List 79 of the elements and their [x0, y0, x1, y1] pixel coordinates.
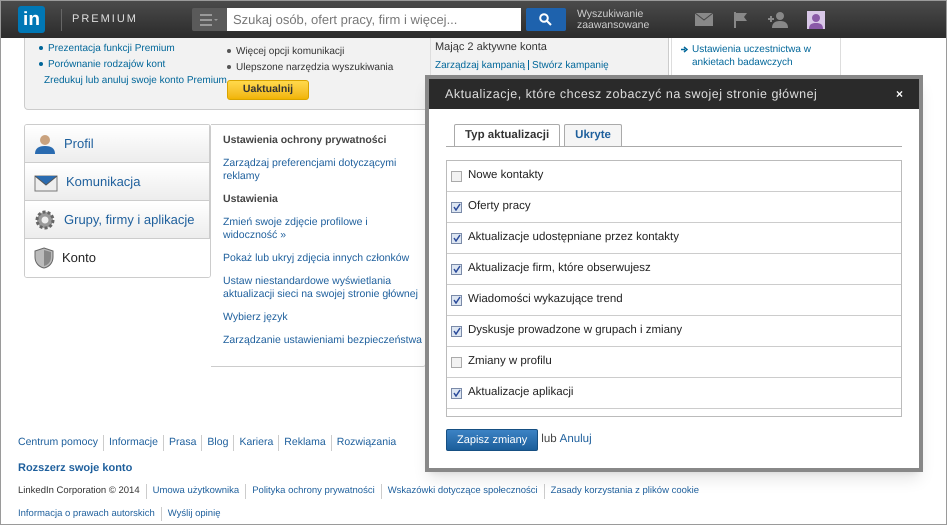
footer-link[interactable]: Rozwiązania: [330, 435, 402, 451]
feature-text: Więcej opcji komunikacji: [236, 44, 344, 58]
premium-label: PREMIUM: [72, 12, 138, 28]
copyright-text: LinkedIn Corporation © 2014: [18, 484, 141, 498]
create-campaign-link[interactable]: Stwórz kampanię: [532, 58, 609, 72]
gear-icon: [34, 208, 56, 230]
premium-link[interactable]: Porównanie rodzajów kont: [48, 56, 166, 72]
settings-link[interactable]: Zarządzanie ustawieniami bezpieczeństwa: [223, 334, 423, 347]
footer-link[interactable]: Centrum pomocy: [18, 435, 103, 451]
checkbox[interactable]: [451, 356, 462, 368]
shield-icon: [34, 247, 54, 269]
settings-link[interactable]: Ustaw niestandardowe wyświetlania aktualizacji sieci na swojej stronie głównej: [223, 275, 423, 301]
settings-link[interactable]: Wybierz język: [223, 311, 423, 324]
legal-link[interactable]: Polityka ochrony prywatności: [245, 484, 381, 498]
footer-link[interactable]: Blog: [201, 435, 234, 451]
feature-text: Ulepszone narzędzia wyszukiwania: [236, 60, 394, 74]
search-button[interactable]: [526, 8, 566, 31]
checkbox[interactable]: [451, 232, 462, 244]
checkbox[interactable]: [451, 202, 462, 212]
linkedin-logo: in: [18, 6, 45, 33]
checkmark-icon: [452, 203, 460, 211]
legal-link[interactable]: Wskazówki dotyczące społeczności: [380, 484, 544, 498]
legal-link[interactable]: Wyślij opinię: [160, 506, 226, 521]
settings-heading: Ustawienia ochrony prywatności: [223, 134, 388, 147]
flag-icon[interactable]: [732, 12, 749, 28]
cancel-link[interactable]: Anuluj: [560, 431, 592, 449]
premium-link[interactable]: Prezentacja funkcji Premium: [48, 40, 175, 56]
or-text: lub: [541, 432, 557, 448]
option-label: Aktualizacje aplikacji: [468, 385, 574, 400]
checkbox[interactable]: [451, 388, 462, 398]
checkbox[interactable]: [451, 326, 462, 336]
legal-link[interactable]: Umowa użytkownika: [146, 484, 246, 498]
dialog-title: Aktualizacje, które chcesz zobaczyć na swojej stronie głównej: [445, 86, 818, 103]
footer-link[interactable]: Informacje: [102, 435, 163, 451]
search-icon: [539, 13, 552, 26]
checkmark-icon: [452, 265, 460, 273]
tab[interactable]: Typ aktualizacji: [454, 124, 560, 146]
checkmark-icon: [452, 389, 460, 397]
sidebar-item[interactable]: Grupy, firmy i aplikacje: [25, 201, 210, 239]
footer-link[interactable]: Reklama: [278, 435, 331, 451]
arrow-icon: [681, 46, 688, 53]
option-label: Oferty pracy: [468, 199, 531, 214]
menu-icon: [200, 14, 218, 26]
footer-link[interactable]: Kariera: [233, 435, 278, 451]
checkbox[interactable]: [451, 294, 462, 306]
option-label: Zmiany w profilu: [468, 354, 552, 370]
checkmark-icon: [452, 327, 460, 335]
option-label: Nowe kontakty: [468, 168, 544, 184]
settings-link[interactable]: Zmień swoje zdjęcie profilowe i widoczność »: [223, 216, 423, 242]
sidebar-item[interactable]: Profil: [25, 125, 210, 163]
advanced-search-link[interactable]: Wyszukiwanie zaawansowane: [576, 8, 657, 30]
settings-link[interactable]: Zarządzaj preferencjami dotyczącymi reklamy: [223, 157, 423, 183]
person-icon: [34, 132, 56, 154]
manage-campaign-link[interactable]: Zarządzaj kampanią: [435, 58, 526, 72]
legal-link[interactable]: Zasady korzystania z plików cookie: [544, 484, 706, 498]
tab[interactable]: Ukryte: [564, 124, 622, 146]
upgrade-button[interactable]: Uaktualnij: [227, 80, 309, 100]
legal-link[interactable]: Informacja o prawach autorskich: [18, 506, 161, 521]
footer-link[interactable]: Prasa: [162, 435, 202, 451]
option-label: Aktualizacje udostępniane przez kontakty: [468, 230, 679, 246]
checkmark-icon: [452, 234, 460, 242]
campaign-heading: Mając 2 aktywne konta: [435, 40, 548, 55]
search-field[interactable]: Szukaj osób, ofert pracy, firm i więcej...: [226, 8, 521, 31]
checkbox[interactable]: [451, 170, 462, 182]
checkmark-icon: [452, 296, 460, 304]
settings-heading: Ustawienia: [223, 193, 279, 206]
sidebar-item[interactable]: Komunikacja: [25, 163, 210, 201]
option-label: Dyskusje prowadzone w grupach i zmiany: [468, 323, 682, 338]
save-button[interactable]: Zapisz zmiany: [446, 429, 538, 451]
option-label: Aktualizacje firm, które obserwujesz: [468, 261, 651, 276]
settings-link[interactable]: Pokaż lub ukryj zdjęcia innych członków: [223, 252, 423, 265]
checkbox[interactable]: [451, 264, 462, 274]
upgrade-account-link[interactable]: Rozszerz swoje konto: [18, 460, 132, 476]
envelope-icon[interactable]: [694, 13, 713, 26]
avatar[interactable]: [806, 10, 825, 28]
premium-link[interactable]: Zredukuj lub anuluj swoje konto Premium: [44, 72, 227, 88]
option-label: Wiadomości wykazujące trend: [468, 292, 623, 308]
close-button[interactable]: ×: [896, 85, 903, 103]
add-contact-icon[interactable]: [766, 11, 789, 28]
